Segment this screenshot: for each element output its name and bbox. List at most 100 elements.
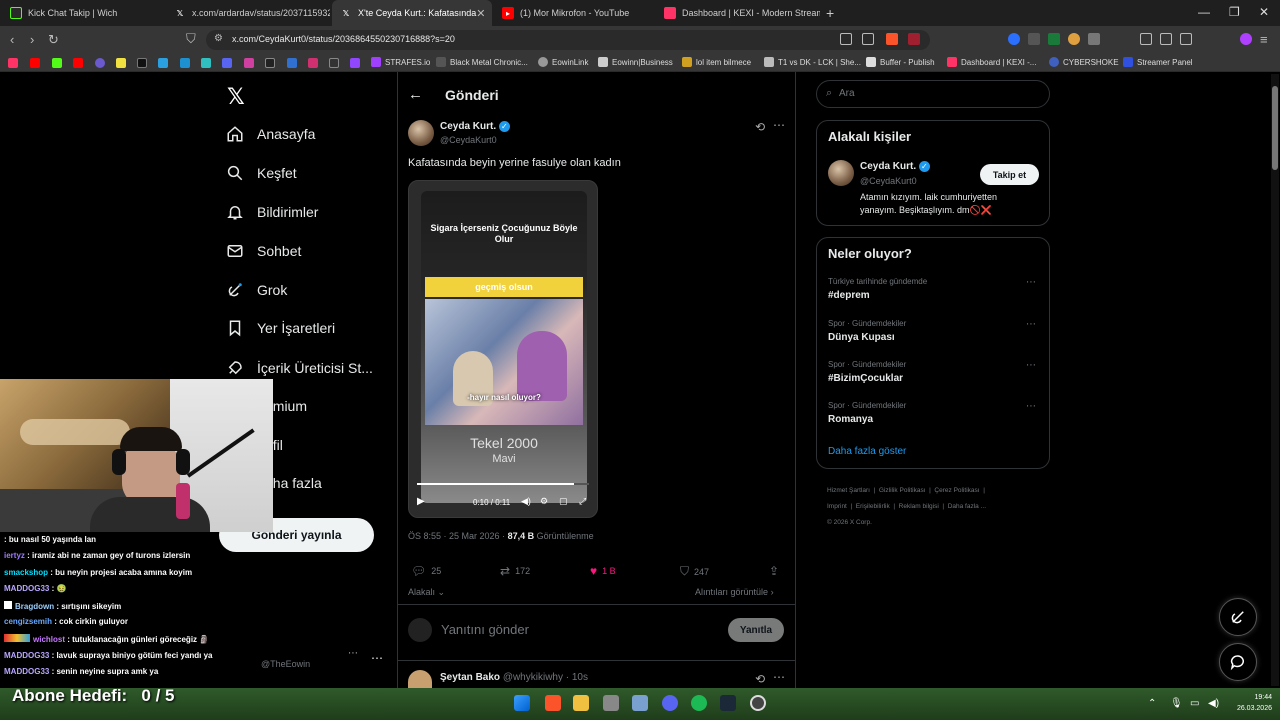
brave-icon[interactable]	[545, 695, 561, 711]
steam-icon[interactable]	[720, 695, 736, 711]
puzzle-icon[interactable]	[1088, 33, 1100, 45]
grok-floating-button[interactable]	[1219, 598, 1257, 636]
post-more-icon[interactable]: ⋯	[773, 118, 785, 132]
bookmark-icon[interactable]	[287, 58, 297, 68]
footer-link[interactable]: Gizlilik Politikası	[879, 487, 926, 494]
share-icon[interactable]	[862, 33, 874, 45]
brave-rewards-icon[interactable]	[908, 33, 920, 45]
nav-item-notifications[interactable]: Bildirimler	[226, 197, 318, 227]
avatar[interactable]	[408, 670, 432, 688]
footer-link[interactable]: Çerez Politikası	[934, 487, 979, 494]
youtube-icon[interactable]	[30, 58, 40, 68]
bookmark-icon[interactable]	[158, 58, 168, 68]
twitch-icon[interactable]	[350, 58, 360, 68]
like-action[interactable]: ♥ 1 B	[590, 564, 616, 578]
footer-link[interactable]: Daha fazla ...	[948, 503, 986, 510]
author-name-row[interactable]: Ceyda Kurt. ✓	[440, 121, 510, 132]
folder-icon[interactable]	[573, 695, 589, 711]
reply-input[interactable]: Yanıtını gönder	[441, 622, 529, 637]
more-dots-icon[interactable]: ⋯	[348, 648, 358, 659]
tab-youtube[interactable]: ▸ (1) Mor Mikrofon - YouTube	[494, 0, 654, 26]
bookmark-icon[interactable]	[180, 58, 190, 68]
footer-link[interactable]: Imprint	[827, 503, 847, 510]
messages-floating-button[interactable]	[1219, 643, 1257, 681]
trend-item[interactable]: Spor · Gündemdekiler Romanya	[828, 401, 906, 425]
app-icon[interactable]	[632, 695, 648, 711]
footer-link[interactable]: Hizmet Şartları	[827, 487, 870, 494]
volume-icon[interactable]: ◀)	[521, 496, 531, 507]
tray-expand-icon[interactable]: ⌃	[1148, 698, 1156, 709]
footer-link[interactable]: Reklam bilgisi	[899, 503, 939, 510]
reload-icon[interactable]: ↻	[48, 32, 59, 48]
bookmark-dashboard-kexi[interactable]: Dashboard | KEXI -...	[947, 57, 1036, 67]
nav-item-messages[interactable]: Sohbet	[226, 236, 301, 266]
bookmark-eowinlink[interactable]: EowinLink	[538, 57, 588, 67]
menu-icon[interactable]: ≡	[1260, 32, 1268, 47]
reply-button[interactable]: Yanıtla	[728, 618, 784, 642]
bookmark-icon[interactable]	[95, 58, 105, 68]
grok-explain-icon[interactable]: ⟲	[755, 120, 765, 134]
back-icon[interactable]: ‹	[10, 32, 14, 47]
nav-item-explore[interactable]: Keşfet	[226, 158, 297, 188]
bookmark-buffer[interactable]: Buffer - Publish	[866, 57, 935, 67]
trend-more-icon[interactable]: ⋯	[1026, 401, 1036, 412]
minimize-icon[interactable]: —	[1198, 5, 1210, 19]
media-icon[interactable]	[1140, 33, 1152, 45]
bookmark-lol-item[interactable]: lol item bilmece	[682, 57, 751, 67]
forward-icon[interactable]: ›	[30, 32, 34, 47]
extension-icon[interactable]	[1028, 33, 1040, 45]
bookmark-icon[interactable]	[201, 58, 211, 68]
site-info-icon[interactable]: ⚙	[214, 33, 223, 44]
reply-more-icon[interactable]: ⋯	[773, 670, 785, 684]
bookmark-icon[interactable]	[8, 58, 18, 68]
x-icon[interactable]	[265, 58, 275, 68]
url-text[interactable]: x.com/CeydaKurt0/status/2036864550230716…	[232, 34, 455, 44]
brave-shield-icon[interactable]	[886, 33, 898, 45]
windows-start-icon[interactable]	[514, 695, 530, 711]
play-icon[interactable]: ▶	[417, 496, 425, 507]
bookmark-strafes[interactable]: STRAFES.io	[371, 57, 430, 67]
nav-item-bookmarks[interactable]: Yer İşaretleri	[226, 313, 335, 343]
trend-item[interactable]: Spor · Gündemdekiler Dünya Kupası	[828, 319, 906, 343]
avatar[interactable]	[408, 120, 434, 146]
reply-action[interactable]: 💬︎ 25	[411, 564, 441, 578]
youtube-icon[interactable]	[73, 58, 83, 68]
nav-item-more[interactable]: aha fazla	[265, 468, 322, 498]
bookmark-eowinn-business[interactable]: Eowinn|Business	[598, 57, 673, 67]
bookmark-icon[interactable]	[116, 58, 126, 68]
tab-dashboard-kexi[interactable]: Dashboard | KEXI - Modern Stream C	[656, 0, 820, 26]
bookmark-t1-vs-dk[interactable]: T1 vs DK - LCK | She...	[764, 57, 861, 67]
clock[interactable]: 19:44	[1246, 694, 1272, 701]
bookmark-cybershoke[interactable]: CYBERSHOKE	[1049, 57, 1119, 67]
nav-item-grok[interactable]: Grok	[226, 275, 287, 305]
cast-icon[interactable]	[840, 33, 852, 45]
bookmark-page-icon[interactable]: ⛉	[186, 31, 196, 47]
display-tray-icon[interactable]: ▭	[1190, 698, 1199, 709]
tab-ardardav-status[interactable]: 𝕏 x.com/ardardav/status/20371159325	[166, 0, 330, 26]
pip-icon[interactable]: ▢	[559, 496, 568, 507]
close-tab-icon[interactable]: ✕	[476, 7, 485, 20]
extension-icon[interactable]	[1008, 33, 1020, 45]
discord-icon[interactable]	[662, 695, 678, 711]
relevant-dropdown[interactable]: Alakalı ⌄	[408, 587, 445, 598]
tab-kick-chat[interactable]: Kick Chat Takip | Wich	[2, 0, 168, 26]
new-tab-icon[interactable]: +	[826, 5, 834, 21]
reply-author-row[interactable]: Şeytan Bako @whykikiwhy · 10s	[440, 672, 588, 683]
trend-item[interactable]: Türkiye tarihinde gündemde #deprem	[828, 277, 927, 301]
bookmark-icon[interactable]	[329, 58, 339, 68]
fullscreen-icon[interactable]: ⤢	[579, 496, 586, 507]
avatar[interactable]	[828, 160, 854, 186]
video-player[interactable]: Sigara İçerseniz Çocuğunuz Böyle Olur ge…	[408, 180, 598, 518]
kick-icon[interactable]	[52, 58, 62, 68]
mic-tray-icon[interactable]: 🎙︎	[1170, 698, 1183, 709]
x-logo[interactable]: 𝕏	[227, 84, 245, 110]
back-arrow-icon[interactable]: ←	[408, 86, 423, 103]
extension-icon[interactable]	[1068, 33, 1080, 45]
related-name-row[interactable]: Ceyda Kurt. ✓	[860, 161, 930, 172]
instagram-icon[interactable]	[308, 58, 318, 68]
footer-link[interactable]: Erişilebilirlik	[856, 503, 890, 510]
account-menu-icon[interactable]: ⋯	[371, 651, 383, 665]
search-input[interactable]: Ara	[839, 88, 855, 99]
settings-icon[interactable]: ⚙	[540, 496, 548, 507]
author-handle[interactable]: @CeydaKurt0	[440, 135, 497, 145]
